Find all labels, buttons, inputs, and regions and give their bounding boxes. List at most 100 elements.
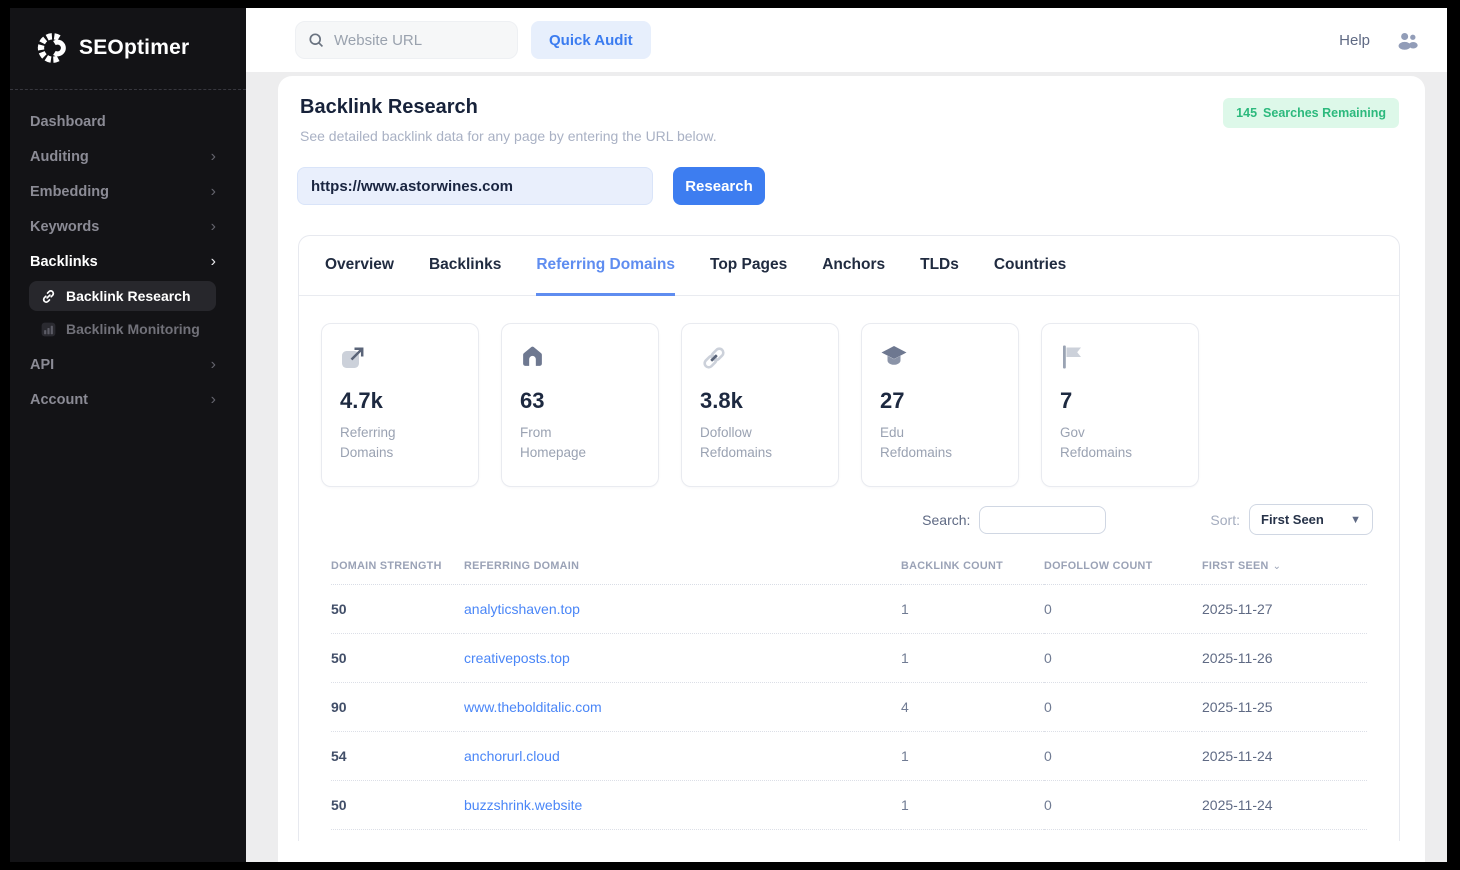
chevron-right-icon: › [211, 391, 216, 409]
stat-card-from-homepage: 63 From Homepage [501, 323, 659, 487]
research-url-input[interactable] [297, 167, 653, 205]
tab-overview[interactable]: Overview [325, 236, 394, 296]
table-row: 54 anchorurl.cloud 1 0 2025-11-24 [331, 731, 1367, 780]
stat-label: Edu Refdomains [880, 423, 1000, 462]
window-frame: SEOptimer Dashboard Auditing › Embedding… [0, 0, 1460, 870]
domain-link[interactable]: buzzshrink.website [464, 797, 582, 813]
chevron-right-icon: › [211, 148, 216, 166]
url-research-row: Research [297, 167, 1425, 205]
tab-countries[interactable]: Countries [994, 236, 1066, 296]
tab-backlinks[interactable]: Backlinks [429, 236, 501, 296]
graduation-cap-icon [880, 344, 1000, 372]
table-row: 90 www.thebolditalic.com 4 0 2025-11-25 [331, 682, 1367, 731]
sidebar-item-dashboard[interactable]: Dashboard [10, 104, 246, 139]
sort-select[interactable]: First Seen ▼ [1249, 504, 1373, 535]
sort-direction-icon: ⌄ [1273, 561, 1282, 572]
sidebar-item-api[interactable]: API › [10, 347, 246, 382]
sidebar-item-backlink-monitoring[interactable]: Backlink Monitoring [29, 314, 216, 344]
tab-referring-domains[interactable]: Referring Domains [536, 236, 675, 296]
flag-icon [1060, 344, 1180, 372]
stat-value: 63 [520, 388, 640, 414]
table-row: 50 analyticshaven.top 1 0 2025-11-27 [331, 584, 1367, 633]
sidebar-item-backlinks[interactable]: Backlinks › [10, 244, 246, 279]
seoptimer-logo[interactable]: SEOptimer [10, 8, 246, 89]
table-controls: Search: Sort: First Seen ▼ [299, 504, 1399, 535]
topbar: Quick Audit Help [246, 8, 1447, 72]
stat-card-edu-refdomains: 27 Edu Refdomains [861, 323, 1019, 487]
sidebar-item-embedding[interactable]: Embedding › [10, 174, 246, 209]
first-seen-cell: 2025-11-24 [1202, 780, 1367, 829]
domain-link[interactable]: creativeposts.top [464, 650, 570, 666]
results-card: Overview Backlinks Referring Domains Top… [298, 235, 1400, 841]
searches-remaining-badge: 145 Searches Remaining [1223, 98, 1399, 128]
users-icon[interactable] [1396, 31, 1419, 50]
app: SEOptimer Dashboard Auditing › Embedding… [10, 8, 1447, 862]
website-url-searchbox[interactable] [295, 21, 518, 59]
dofollow-count-cell: 0 [1044, 780, 1202, 829]
sidebar-item-auditing[interactable]: Auditing › [10, 139, 246, 174]
seoptimer-gear-icon [30, 30, 68, 66]
domain-link[interactable]: www.thebolditalic.com [464, 699, 602, 715]
link-icon [41, 289, 56, 304]
table-row: 50 buzzshrink.website 1 0 2025-11-24 [331, 780, 1367, 829]
searches-remaining-count: 145 [1236, 106, 1257, 120]
stat-value: 3.8k [700, 388, 820, 414]
home-icon [520, 344, 640, 372]
tab-tlds[interactable]: TLDs [920, 236, 959, 296]
backlink-count-cell: 1 [901, 584, 1044, 633]
chevron-right-icon: › [211, 253, 216, 271]
backlink-count-cell: 1 [901, 633, 1044, 682]
sidebar-item-account[interactable]: Account › [10, 382, 246, 417]
chevron-right-icon: › [211, 218, 216, 236]
stat-value: 4.7k [340, 388, 460, 414]
domain-link[interactable]: analyticshaven.top [464, 601, 580, 617]
tab-bar: Overview Backlinks Referring Domains Top… [299, 236, 1399, 296]
dofollow-count-cell: 0 [1044, 584, 1202, 633]
website-url-input[interactable] [334, 32, 505, 49]
sidebar-item-label: Dashboard [30, 114, 106, 130]
sidebar-item-keywords[interactable]: Keywords › [10, 209, 246, 244]
stat-card-dofollow-refdomains: 3.8k Dofollow Refdomains [681, 323, 839, 487]
referring-domains-table: DOMAIN STRENGTH REFERRING DOMAIN BACKLIN… [299, 548, 1399, 830]
sidebar-item-label: Account [30, 392, 88, 408]
referring-domain-cell: buzzshrink.website [464, 780, 901, 829]
sidebar-item-label: API [30, 357, 54, 373]
help-link[interactable]: Help [1339, 32, 1370, 49]
stat-cards-row: 4.7k Referring Domains [299, 296, 1399, 487]
external-link-icon [340, 344, 460, 372]
panel-header: Backlink Research See detailed backlink … [278, 96, 1425, 144]
header-backlink-count: BACKLINK COUNT [901, 548, 1044, 584]
sidebar-item-label: Backlink Research [66, 288, 191, 304]
dofollow-count-cell: 0 [1044, 633, 1202, 682]
research-button[interactable]: Research [673, 167, 765, 205]
domain-link[interactable]: anchorurl.cloud [464, 748, 560, 764]
table-search-input[interactable] [979, 506, 1106, 534]
main-area: Quick Audit Help Backlink Research See [246, 8, 1447, 862]
stat-card-gov-refdomains: 7 Gov Refdomains [1041, 323, 1199, 487]
header-domain-strength: DOMAIN STRENGTH [331, 548, 464, 584]
search-label: Search: [922, 512, 970, 528]
stat-label: Referring Domains [340, 423, 460, 462]
tab-anchors[interactable]: Anchors [822, 236, 885, 296]
referring-domain-cell: analyticshaven.top [464, 584, 901, 633]
header-referring-domain: REFERRING DOMAIN [464, 548, 901, 584]
backlink-research-panel: Backlink Research See detailed backlink … [278, 76, 1425, 862]
sidebar-item-backlink-research[interactable]: Backlink Research [29, 281, 216, 311]
searches-remaining-label: Searches Remaining [1263, 106, 1386, 120]
backlink-count-cell: 1 [901, 731, 1044, 780]
dofollow-count-cell: 0 [1044, 731, 1202, 780]
header-first-seen[interactable]: FIRST SEEN⌄ [1202, 548, 1367, 584]
sidebar-nav: Dashboard Auditing › Embedding › Keyword… [10, 90, 246, 417]
logo-text: SEOptimer [79, 36, 189, 60]
tab-top-pages[interactable]: Top Pages [710, 236, 787, 296]
stat-card-referring-domains: 4.7k Referring Domains [321, 323, 479, 487]
sidebar-item-label: Embedding [30, 184, 109, 200]
sidebar-item-label: Backlinks [30, 254, 98, 270]
quick-audit-button[interactable]: Quick Audit [531, 21, 651, 59]
stat-value: 27 [880, 388, 1000, 414]
stat-value: 7 [1060, 388, 1180, 414]
domain-strength-cell: 50 [331, 584, 464, 633]
dofollow-count-cell: 0 [1044, 682, 1202, 731]
sidebar-item-label: Keywords [30, 219, 99, 235]
first-seen-cell: 2025-11-25 [1202, 682, 1367, 731]
